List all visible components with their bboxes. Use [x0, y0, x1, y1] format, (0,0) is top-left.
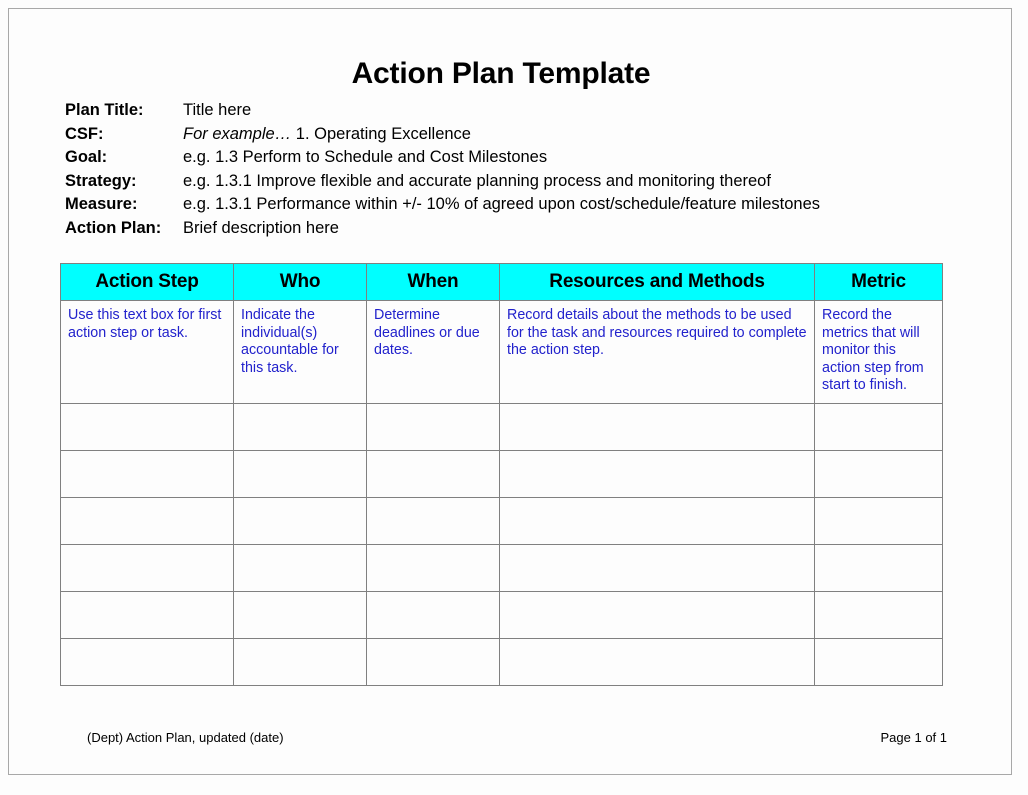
cell-empty-when[interactable] — [366, 403, 500, 451]
document-page: Action Plan Template Plan Title: Title he… — [0, 0, 1028, 795]
cell-empty-resources-and-methods[interactable] — [499, 591, 815, 639]
table-row — [60, 544, 943, 592]
cell-empty-metric[interactable] — [814, 544, 943, 592]
cell-hint-resources-and-methods[interactable]: Record details about the methods to be u… — [499, 300, 815, 404]
footer-page-number: Page 1 of 1 — [880, 730, 948, 745]
cell-empty-metric[interactable] — [814, 591, 943, 639]
cell-empty-action-step[interactable] — [60, 591, 234, 639]
table-header-row: Action Step Who When Resources and Metho… — [60, 263, 943, 301]
cell-empty-metric[interactable] — [814, 450, 943, 498]
meta-value-goal: e.g. 1.3 Perform to Schedule and Cost Mi… — [183, 148, 548, 167]
cell-empty-who[interactable] — [233, 544, 367, 592]
cell-empty-metric[interactable] — [814, 497, 943, 545]
meta-row-plan-title: Plan Title: Title here — [65, 99, 955, 123]
cell-hint-metric[interactable]: Record the metrics that will monitor thi… — [814, 300, 943, 404]
column-header-resources-and-methods: Resources and Methods — [499, 263, 815, 301]
cell-empty-resources-and-methods[interactable] — [499, 638, 815, 686]
cell-empty-resources-and-methods[interactable] — [499, 403, 815, 451]
meta-label-action-plan: Action Plan: — [65, 218, 162, 237]
plan-metadata-block: Plan Title: Title here CSF: For example… 1… — [65, 99, 955, 241]
page-content: Action Plan Template Plan Title: Title he… — [60, 0, 968, 795]
meta-label-strategy: Strategy: — [65, 171, 137, 190]
table-row — [60, 403, 943, 451]
cell-empty-who[interactable] — [233, 638, 367, 686]
cell-empty-action-step[interactable] — [60, 638, 234, 686]
cell-empty-action-step[interactable] — [60, 403, 234, 451]
page-title: Action Plan Template — [351, 57, 651, 90]
cell-empty-when[interactable] — [366, 544, 500, 592]
table-body: Use this text box for first action step … — [60, 300, 943, 686]
table-row — [60, 450, 943, 498]
meta-row-goal: Goal: e.g. 1.3 Perform to Schedule and Co… — [65, 146, 955, 170]
cell-empty-resources-and-methods[interactable] — [499, 544, 815, 592]
cell-empty-metric[interactable] — [814, 403, 943, 451]
column-header-who: Who — [233, 263, 367, 301]
action-plan-table: Action Step Who When Resources and Metho… — [60, 263, 943, 686]
column-header-metric: Metric — [814, 263, 943, 301]
meta-label-csf: CSF: — [65, 124, 104, 143]
meta-label-plan-title: Plan Title: — [65, 101, 144, 119]
cell-empty-action-step[interactable] — [60, 450, 234, 498]
cell-empty-metric[interactable] — [814, 638, 943, 686]
cell-hint-action-step[interactable]: Use this text box for first action step … — [60, 300, 234, 404]
cell-empty-action-step[interactable] — [60, 497, 234, 545]
cell-empty-when[interactable] — [366, 638, 500, 686]
cell-hint-who[interactable]: Indicate the individual(s) accountable f… — [233, 300, 367, 404]
meta-value-csf: For example… 1. Operating Excellence — [183, 123, 471, 147]
meta-row-strategy: Strategy: e.g. 1.3.1 Improve flexible and… — [65, 170, 955, 194]
cell-empty-who[interactable] — [233, 497, 367, 545]
meta-value-csf-text: 1. Operating Excellence — [295, 124, 471, 143]
meta-label-measure: Measure: — [65, 195, 138, 214]
meta-label-goal: Goal: — [65, 148, 108, 167]
table-row — [60, 638, 943, 686]
cell-empty-when[interactable] — [366, 497, 500, 545]
meta-value-plan-title: Title here — [183, 101, 252, 119]
cell-empty-who[interactable] — [233, 591, 367, 639]
cell-empty-action-step[interactable] — [60, 544, 234, 592]
meta-row-action-plan: Action Plan: Brief description here — [65, 217, 955, 241]
meta-value-strategy: e.g. 1.3.1 Improve flexible and accurate… — [183, 171, 771, 190]
page-footer: (Dept) Action Plan, updated (date) Page … — [87, 729, 947, 747]
meta-value-csf-italic: For example… — [183, 124, 292, 143]
cell-empty-resources-and-methods[interactable] — [499, 497, 815, 545]
meta-value-measure: e.g. 1.3.1 Performance within +/- 10% of… — [183, 195, 820, 214]
cell-empty-who[interactable] — [233, 450, 367, 498]
cell-empty-when[interactable] — [366, 591, 500, 639]
meta-row-csf: CSF: For example… 1. Operating Excellence — [65, 123, 955, 147]
table-row: Use this text box for first action step … — [60, 300, 943, 404]
meta-row-measure: Measure: e.g. 1.3.1 Performance within +/… — [65, 193, 955, 217]
table-row — [60, 591, 943, 639]
cell-hint-when[interactable]: Determine deadlines or due dates. — [366, 300, 500, 404]
cell-empty-when[interactable] — [366, 450, 500, 498]
footer-document-label: (Dept) Action Plan, updated (date) — [87, 730, 284, 745]
cell-empty-resources-and-methods[interactable] — [499, 450, 815, 498]
meta-value-action-plan: Brief description here — [183, 218, 339, 237]
column-header-when: When — [366, 263, 500, 301]
column-header-action-step: Action Step — [60, 263, 234, 301]
table-row — [60, 497, 943, 545]
cell-empty-who[interactable] — [233, 403, 367, 451]
